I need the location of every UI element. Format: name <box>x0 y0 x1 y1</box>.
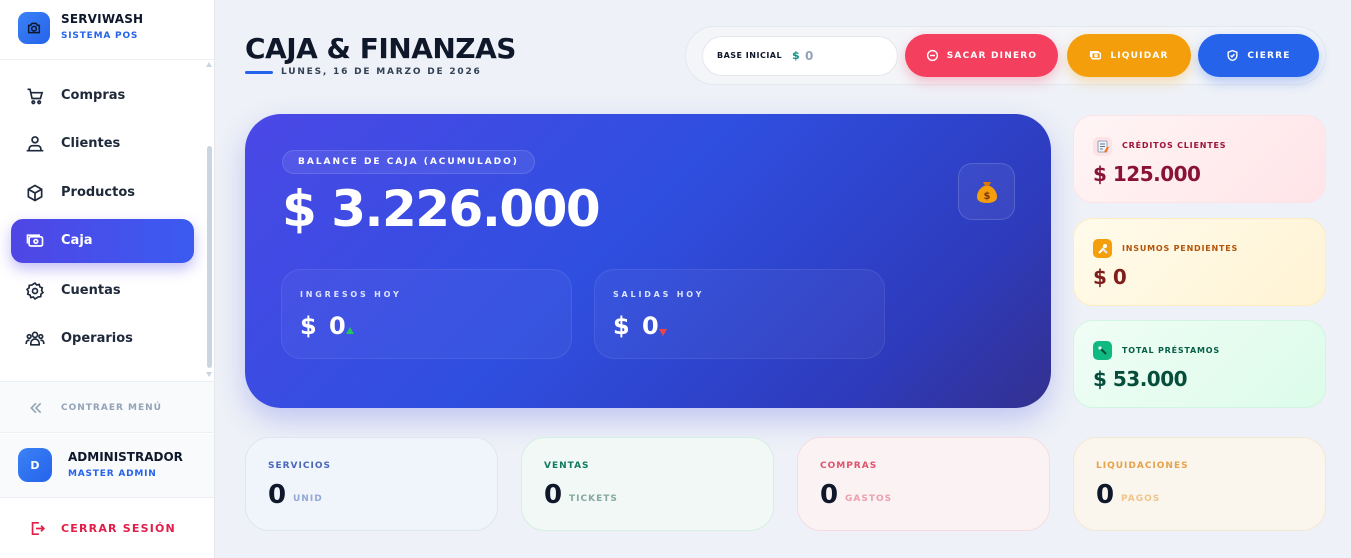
base-inicial-field[interactable]: BASE INICIAL $ 0 <box>702 36 898 76</box>
brand-subtitle: SISTEMA POS <box>61 31 139 41</box>
shield-check-icon <box>1227 49 1238 62</box>
stat-liquidaciones[interactable]: LIQUIDACIONES 0 PAGOS <box>1073 437 1326 531</box>
sidebar-item-compras[interactable]: Compras <box>11 74 194 118</box>
balance-label: BALANCE DE CAJA (ACUMULADO) <box>282 150 535 174</box>
trend-down-icon <box>659 329 667 336</box>
chevrons-left-icon <box>30 402 42 414</box>
base-inicial-input[interactable]: 0 <box>805 49 813 63</box>
expenses-value: $ 0 <box>613 312 661 340</box>
sidebar-item-label: Compras <box>61 88 126 103</box>
stat-unit: GASTOS <box>845 494 893 504</box>
loan-icon <box>1093 341 1112 360</box>
user-role: MASTER ADMIN <box>68 469 157 479</box>
box-icon <box>27 184 43 202</box>
stat-label: COMPRAS <box>820 461 878 471</box>
client-credits-value: $ 125.000 <box>1093 162 1201 186</box>
withdraw-button[interactable]: SACAR DINERO <box>905 34 1058 77</box>
collapse-menu-label: CONTRAER MENÚ <box>61 403 162 413</box>
sidebar-item-clientes[interactable]: Clientes <box>11 122 194 166</box>
income-today-card: INGRESOS HOY $ 0 <box>281 269 572 359</box>
liquidate-button[interactable]: LIQUIDAR <box>1067 34 1191 77</box>
sidebar-item-label: Cuentas <box>61 283 121 298</box>
sidebar-scrollbar[interactable] <box>205 60 214 380</box>
base-inicial-label: BASE INICIAL <box>717 51 783 60</box>
sidebar-item-operarios[interactable]: Operarios <box>11 317 194 361</box>
withdraw-label: SACAR DINERO <box>946 50 1038 61</box>
stat-value: 0 <box>268 480 287 510</box>
page-title: CAJA & FINANZAS <box>245 32 516 65</box>
brand-header: SERVIWASH SISTEMA POS <box>0 0 214 60</box>
stat-label: LIQUIDACIONES <box>1096 461 1189 471</box>
brand-name: SERVIWASH <box>61 12 144 26</box>
close-register-button[interactable]: CIERRE <box>1198 34 1319 77</box>
client-credits-label: CRÉDITOS CLIENTES <box>1122 141 1227 150</box>
base-currency: $ <box>792 49 800 62</box>
total-loans-label: TOTAL PRÉSTAMOS <box>1122 346 1220 355</box>
cart-icon <box>27 88 44 105</box>
pending-supplies-label: INSUMOS PENDIENTES <box>1122 244 1239 253</box>
user-name: ADMINISTRADOR <box>68 450 183 464</box>
gear-icon <box>25 282 45 300</box>
team-icon <box>25 331 45 346</box>
camera-icon <box>18 12 50 44</box>
svg-text:$: $ <box>983 191 990 202</box>
sidebar-item-label: Operarios <box>61 331 133 346</box>
logout-button[interactable]: CERRAR SESIÓN <box>0 499 214 558</box>
scroll-up-arrow-icon[interactable] <box>206 62 212 67</box>
stat-label: SERVICIOS <box>268 461 331 471</box>
pending-supplies-value: $ 0 <box>1093 265 1127 289</box>
sidebar-item-label: Clientes <box>61 136 121 151</box>
money-bag-icon: $ <box>958 163 1015 220</box>
memo-icon <box>1093 137 1112 156</box>
expenses-label: SALIDAS HOY <box>613 290 705 299</box>
logout-icon <box>31 521 46 536</box>
close-register-label: CIERRE <box>1247 50 1291 61</box>
sidebar-item-productos[interactable]: Productos <box>11 171 194 215</box>
collapse-menu-button[interactable]: CONTRAER MENÚ <box>0 381 214 433</box>
stat-unit: TICKETS <box>569 494 618 504</box>
balance-card: BALANCE DE CAJA (ACUMULADO) $ 3.226.000 … <box>245 114 1051 408</box>
scrollbar-thumb[interactable] <box>207 146 212 368</box>
total-loans-value: $ 53.000 <box>1093 367 1188 391</box>
stat-unit: PAGOS <box>1121 494 1161 504</box>
stat-value: 0 <box>1096 480 1115 510</box>
title-underline <box>245 71 273 74</box>
page-date: LUNES, 16 DE MARZO DE 2026 <box>281 67 482 77</box>
sidebar: SERVIWASH SISTEMA POS Compras Clientes P… <box>0 0 215 558</box>
sidebar-item-label: Caja <box>61 233 93 248</box>
pending-supplies-card[interactable]: INSUMOS PENDIENTES $ 0 <box>1073 218 1326 306</box>
stat-compras[interactable]: COMPRAS 0 GASTOS <box>797 437 1050 531</box>
trend-up-icon <box>346 327 354 334</box>
liquidate-label: LIQUIDAR <box>1110 50 1169 61</box>
balance-value: $ 3.226.000 <box>282 180 601 238</box>
stat-value: 0 <box>544 480 563 510</box>
stat-unit: UNID <box>293 494 323 504</box>
tools-icon <box>1093 239 1112 258</box>
stat-ventas[interactable]: VENTAS 0 TICKETS <box>521 437 774 531</box>
total-loans-card[interactable]: TOTAL PRÉSTAMOS $ 53.000 <box>1073 320 1326 408</box>
avatar: D <box>18 448 52 482</box>
expenses-today-card: SALIDAS HOY $ 0 <box>594 269 885 359</box>
users-icon <box>26 136 44 152</box>
user-profile[interactable]: D ADMINISTRADOR MASTER ADMIN <box>0 434 214 498</box>
logout-label: CERRAR SESIÓN <box>61 522 176 535</box>
client-credits-card[interactable]: CRÉDITOS CLIENTES $ 125.000 <box>1073 115 1326 203</box>
scroll-down-arrow-icon[interactable] <box>206 372 212 377</box>
income-label: INGRESOS HOY <box>300 290 402 299</box>
money-icon <box>1090 51 1102 60</box>
stat-value: 0 <box>820 480 839 510</box>
income-value: $ 0 <box>300 312 348 340</box>
stat-label: VENTAS <box>544 461 590 471</box>
minus-circle-icon <box>926 49 938 62</box>
sidebar-item-label: Productos <box>61 185 136 200</box>
sidebar-item-cuentas[interactable]: Cuentas <box>11 269 194 313</box>
sidebar-item-caja[interactable]: Caja <box>11 219 194 263</box>
cash-icon <box>26 234 44 247</box>
stat-servicios[interactable]: SERVICIOS 0 UNID <box>245 437 498 531</box>
